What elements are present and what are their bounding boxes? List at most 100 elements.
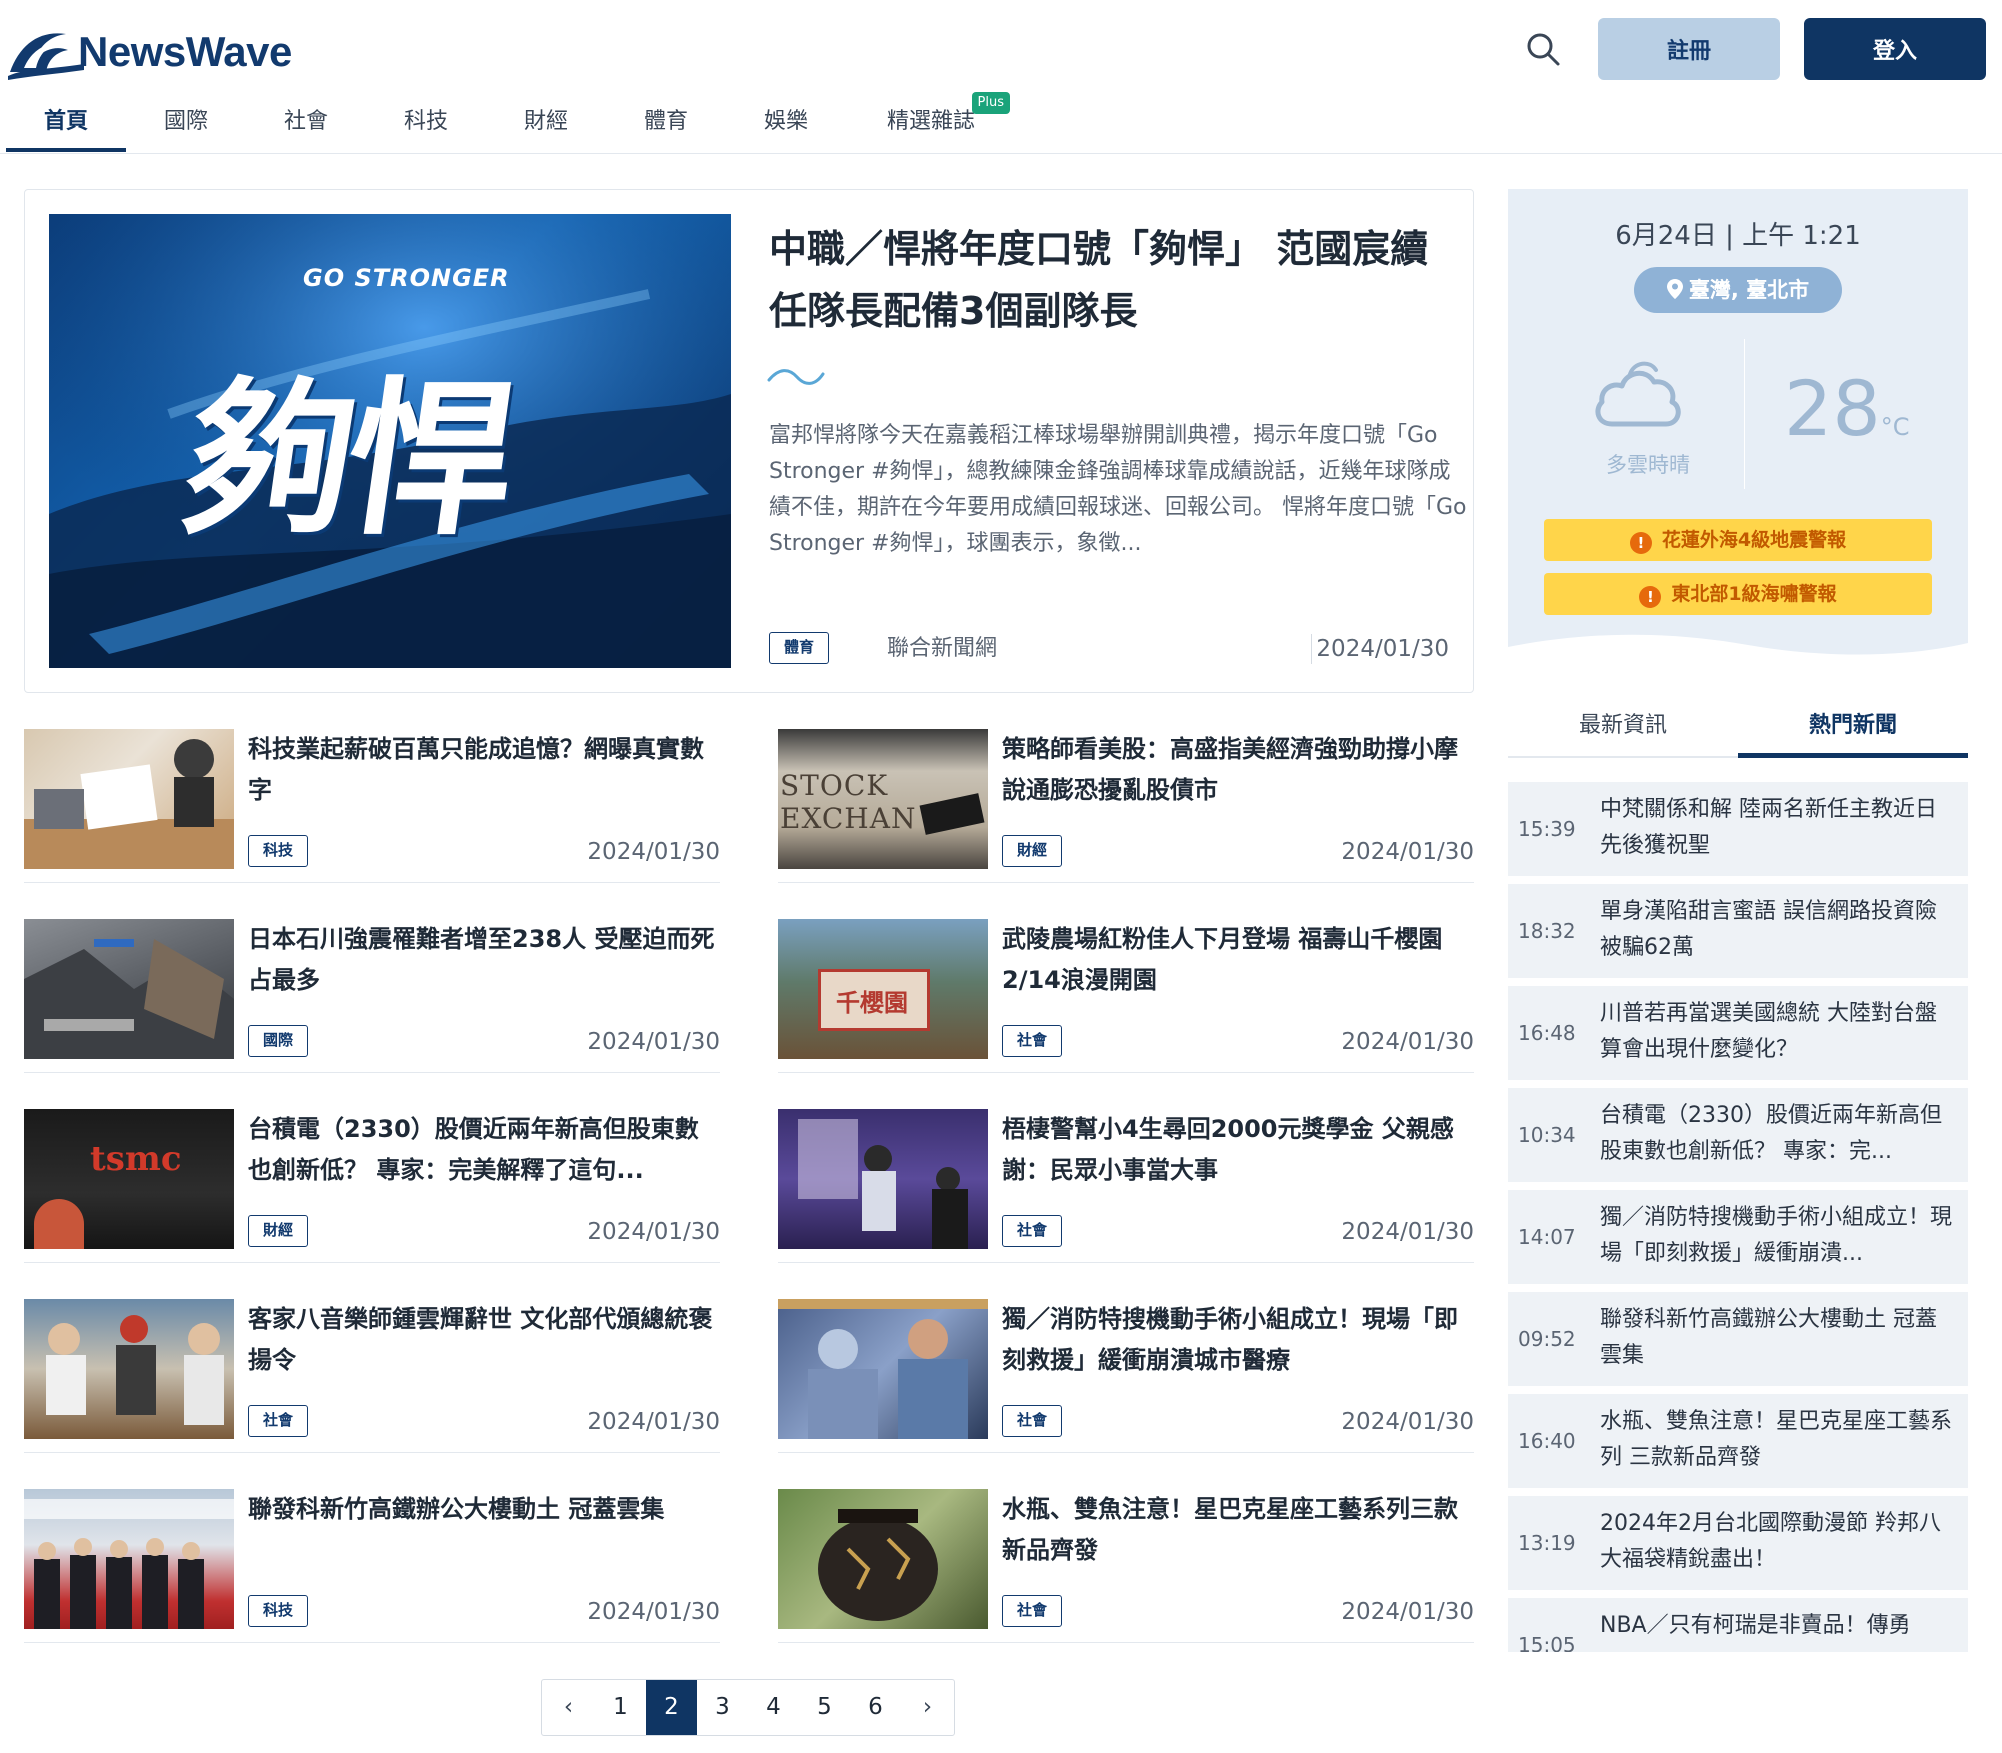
category-tag[interactable]: 科技 (248, 835, 309, 867)
hot-news-time: 14:07 (1518, 1225, 1576, 1249)
login-button[interactable]: 登入 (1804, 18, 1986, 80)
category-tag[interactable]: 財經 (1002, 835, 1063, 867)
hot-news-title[interactable]: 中梵關係和解 陸兩名新任主教近日先後獲祝聖 (1600, 792, 1956, 864)
nav-item-entertainment[interactable]: 娛樂 (726, 96, 846, 152)
nav-item-sports[interactable]: 體育 (606, 96, 726, 152)
category-tag[interactable]: 科技 (248, 1595, 309, 1627)
hot-news-item[interactable]: 16:48 川普若再當選美國總統 大陸對台盤算會出現什麼變化？ (1508, 986, 1968, 1080)
article-title[interactable]: 台積電（2330）股價近兩年新高但股東數也創新低？ 專家：完美解釋了這句... (248, 1109, 718, 1191)
article-thumbnail[interactable] (778, 1109, 988, 1249)
pagination-page[interactable]: 5 (799, 1680, 850, 1735)
article-title[interactable]: 策略師看美股：高盛指美經濟強勁助撐小摩說通膨恐擾亂股債市 (1002, 729, 1472, 811)
article-thumbnail[interactable] (24, 919, 234, 1059)
pagination-page[interactable]: 4 (748, 1680, 799, 1735)
pagination-prev[interactable]: ‹ (542, 1680, 595, 1735)
article-thumbnail[interactable] (778, 1299, 988, 1439)
nav-item-magazine[interactable]: 精選雜誌 Plus (856, 92, 1010, 152)
weather-location[interactable]: 臺灣, 臺北市 (1634, 267, 1842, 313)
nav-item-tech[interactable]: 科技 (366, 96, 486, 152)
hot-news-title[interactable]: 台積電（2330）股價近兩年新高但股東數也創新低？ 專家：完... (1600, 1098, 1956, 1170)
pagination: ‹ 1 2 3 4 5 6 › (541, 1679, 955, 1736)
tab-latest[interactable]: 最新資訊 (1508, 700, 1738, 758)
hot-news-item[interactable]: 10:34 台積電（2330）股價近兩年新高但股東數也創新低？ 專家：完... (1508, 1088, 1968, 1182)
article-card[interactable]: 科技業起薪破百萬只能成追憶？網曝真實數字 科技 2024/01/30 (24, 729, 720, 883)
article-card[interactable]: 千櫻園 武陵農場紅粉佳人下月登場 福壽山千櫻園2/14浪漫開園 社會 2024/… (778, 919, 1474, 1073)
category-tag[interactable]: 社會 (1002, 1025, 1063, 1057)
featured-date: 2024/01/30 (1316, 636, 1449, 662)
article-card[interactable]: 日本石川強震罹難者增至238人 受壓迫而死占最多 國際 2024/01/30 (24, 919, 720, 1073)
article-title[interactable]: 科技業起薪破百萬只能成追憶？網曝真實數字 (248, 729, 718, 811)
hot-news-time: 13:19 (1518, 1531, 1576, 1555)
featured-article[interactable]: GO STRONGER 夠悍 中職／悍將年度口號「夠悍」 范國宸續任隊長配備3個… (24, 189, 1474, 693)
nav-item-home[interactable]: 首頁 (6, 96, 126, 152)
category-tag[interactable]: 社會 (1002, 1405, 1063, 1437)
article-card[interactable]: 聯發科新竹高鐵辦公大樓動土 冠蓋雲集 科技 2024/01/30 (24, 1489, 720, 1643)
weather-alert[interactable]: ! 東北部1級海嘯警報 (1544, 573, 1932, 615)
register-button[interactable]: 註冊 (1598, 18, 1780, 80)
hot-news-item[interactable]: 15:05 NBA／只有柯瑞是非賣品！傳勇 (1508, 1598, 1968, 1652)
category-tag[interactable]: 社會 (1002, 1215, 1063, 1247)
hot-news-item[interactable]: 15:39 中梵關係和解 陸兩名新任主教近日先後獲祝聖 (1508, 782, 1968, 876)
hot-news-time: 15:39 (1518, 817, 1576, 841)
hot-news-item[interactable]: 18:32 單身漢陷甜言蜜語 誤信網路投資險被騙62萬 (1508, 884, 1968, 978)
hot-news-time: 15:05 (1518, 1633, 1576, 1652)
article-thumbnail[interactable] (24, 729, 234, 869)
category-tag[interactable]: 社會 (248, 1405, 309, 1437)
category-tag[interactable]: 財經 (248, 1215, 309, 1247)
hot-news-title[interactable]: 獨／消防特搜機動手術小組成立！現場「即刻救援」緩衝崩潰... (1600, 1200, 1956, 1272)
nav-item-international[interactable]: 國際 (126, 96, 246, 152)
pagination-page[interactable]: 3 (697, 1680, 748, 1735)
weather-alert[interactable]: ! 花蓮外海4級地震警報 (1544, 519, 1932, 561)
search-icon[interactable] (1522, 28, 1564, 70)
hot-news-title[interactable]: 聯發科新竹高鐵辦公大樓動土 冠蓋雲集 (1600, 1302, 1956, 1374)
article-date: 2024/01/30 (587, 1599, 720, 1625)
tab-hot-news[interactable]: 熱門新聞 (1738, 700, 1968, 758)
hot-news-title[interactable]: 川普若再當選美國總統 大陸對台盤算會出現什麼變化？ (1600, 996, 1956, 1068)
article-card[interactable]: tsmc 台積電（2330）股價近兩年新高但股東數也創新低？ 專家：完美解釋了這… (24, 1109, 720, 1263)
article-title[interactable]: 武陵農場紅粉佳人下月登場 福壽山千櫻園2/14浪漫開園 (1002, 919, 1472, 1001)
nav-item-society[interactable]: 社會 (246, 96, 366, 152)
pagination-next[interactable]: › (901, 1680, 954, 1735)
article-card[interactable]: 客家八音樂師鍾雲輝辭世 文化部代頒總統褒揚令 社會 2024/01/30 (24, 1299, 720, 1453)
thumbnail-sign-text: 千櫻園 (836, 988, 908, 1017)
article-thumbnail[interactable] (24, 1299, 234, 1439)
category-tag[interactable]: 體育 (769, 632, 830, 664)
pagination-page-current[interactable]: 2 (646, 1680, 697, 1735)
article-title[interactable]: 日本石川強震罹難者增至238人 受壓迫而死占最多 (248, 919, 718, 1001)
nav-item-finance[interactable]: 財經 (486, 96, 606, 152)
article-card[interactable]: 獨／消防特搜機動手術小組成立！現場「即刻救援」緩衝崩潰城市醫療 社會 2024/… (778, 1299, 1474, 1453)
warning-icon: ! (1639, 586, 1662, 608)
article-card[interactable]: 水瓶、雙魚注意！星巴克星座工藝系列三款新品齊發 社會 2024/01/30 (778, 1489, 1474, 1643)
hot-news-title[interactable]: 水瓶、雙魚注意！星巴克星座工藝系列 三款新品齊發 (1600, 1404, 1956, 1476)
hot-news-item[interactable]: 13:19 2024年2月台北國際動漫節 羚邦八大福袋精銳盡出！ (1508, 1496, 1968, 1590)
featured-source: 聯合新聞網 (887, 636, 998, 661)
featured-image[interactable]: GO STRONGER 夠悍 (49, 214, 731, 668)
article-thumbnail[interactable] (778, 1489, 988, 1629)
pagination-page[interactable]: 1 (595, 1680, 646, 1735)
article-title[interactable]: 梧棲警幫小4生尋回2000元獎學金 父親感謝：民眾小事當大事 (1002, 1109, 1472, 1191)
article-card[interactable]: STOCK EXCHAN 策略師看美股：高盛指美經濟強勁助撐小摩說通膨恐擾亂股債… (778, 729, 1474, 883)
hot-news-title[interactable]: 單身漢陷甜言蜜語 誤信網路投資險被騙62萬 (1600, 894, 1956, 966)
weather-wave-decor (1508, 634, 1968, 659)
hot-news-item[interactable]: 14:07 獨／消防特搜機動手術小組成立！現場「即刻救援」緩衝崩潰... (1508, 1190, 1968, 1284)
article-thumbnail[interactable]: tsmc (24, 1109, 234, 1249)
article-thumbnail[interactable] (24, 1489, 234, 1629)
article-title[interactable]: 水瓶、雙魚注意！星巴克星座工藝系列三款新品齊發 (1002, 1489, 1472, 1571)
category-tag[interactable]: 國際 (248, 1025, 309, 1057)
hot-news-item[interactable]: 09:52 聯發科新竹高鐵辦公大樓動土 冠蓋雲集 (1508, 1292, 1968, 1386)
hot-news-time: 10:34 (1518, 1123, 1576, 1147)
article-title[interactable]: 獨／消防特搜機動手術小組成立！現場「即刻救援」緩衝崩潰城市醫療 (1002, 1299, 1472, 1381)
featured-title[interactable]: 中職／悍將年度口號「夠悍」 范國宸續任隊長配備3個副隊長 (769, 218, 1449, 342)
article-thumbnail[interactable]: 千櫻園 (778, 919, 988, 1059)
article-thumbnail[interactable]: STOCK EXCHAN (778, 729, 988, 869)
site-logo[interactable]: NewsWave (6, 22, 326, 82)
pagination-page[interactable]: 6 (850, 1680, 901, 1735)
main-nav: 首頁 國際 社會 科技 財經 體育 娛樂 精選雜誌 Plus (6, 92, 1010, 154)
hot-news-title[interactable]: NBA／只有柯瑞是非賣品！傳勇 (1600, 1608, 1956, 1652)
article-title[interactable]: 聯發科新竹高鐵辦公大樓動土 冠蓋雲集 (248, 1489, 718, 1571)
hot-news-title[interactable]: 2024年2月台北國際動漫節 羚邦八大福袋精銳盡出！ (1600, 1506, 1956, 1578)
article-title[interactable]: 客家八音樂師鍾雲輝辭世 文化部代頒總統褒揚令 (248, 1299, 718, 1381)
article-card[interactable]: 梧棲警幫小4生尋回2000元獎學金 父親感謝：民眾小事當大事 社會 2024/0… (778, 1109, 1474, 1263)
category-tag[interactable]: 社會 (1002, 1595, 1063, 1627)
hot-news-item[interactable]: 16:40 水瓶、雙魚注意！星巴克星座工藝系列 三款新品齊發 (1508, 1394, 1968, 1488)
